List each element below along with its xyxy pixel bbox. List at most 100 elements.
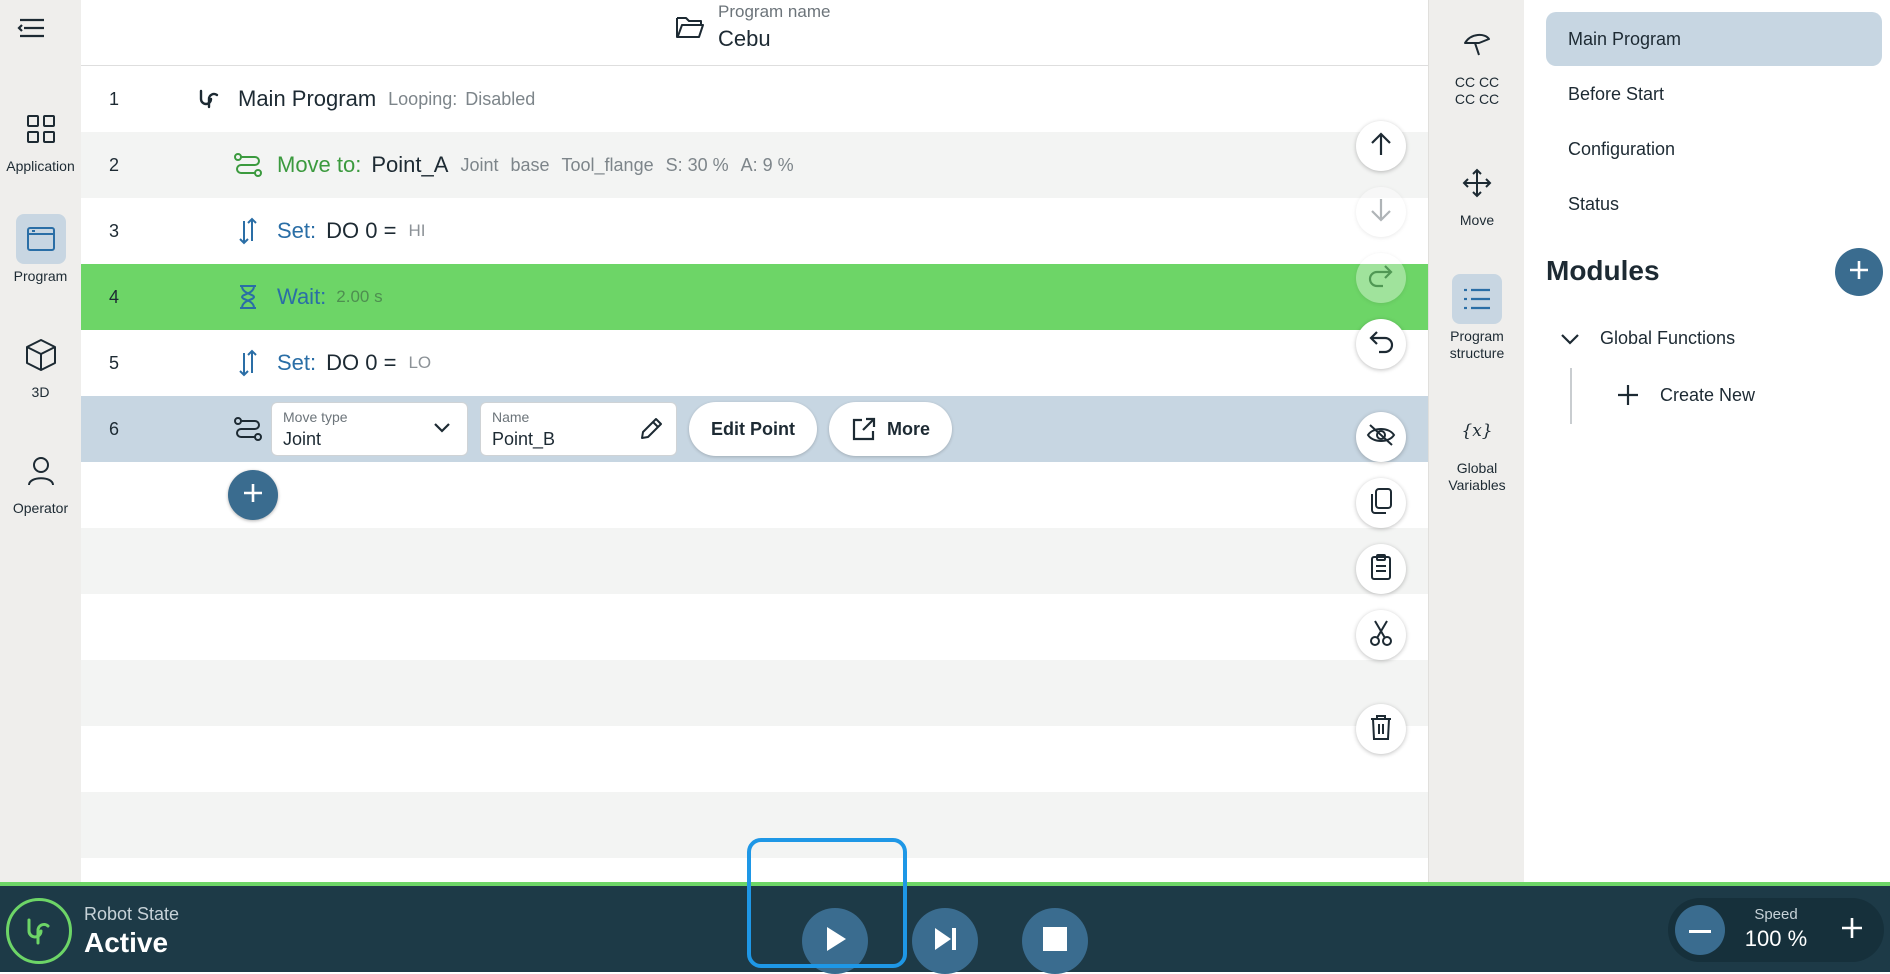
play-icon [821, 924, 849, 959]
program-name-label: Program name [718, 2, 831, 21]
rc-global-variables-item[interactable]: {x} Global Variables [1429, 406, 1525, 494]
variable-icon: {x} [1452, 406, 1502, 456]
main-program-title: Main Program [238, 86, 377, 111]
program-row-2[interactable]: 2 Move to: Point_A Joint base Tool_flang… [81, 132, 1428, 198]
structure-configuration[interactable]: Configuration [1546, 122, 1882, 176]
person-icon [16, 446, 66, 496]
footer-bar: Robot State Active Speed 100 % [0, 886, 1890, 974]
move-up-button[interactable] [1356, 121, 1406, 171]
plus-icon [242, 482, 264, 509]
structure-configuration-label: Configuration [1568, 138, 1676, 159]
copy-icon [1368, 487, 1394, 520]
play-button[interactable] [802, 908, 868, 974]
move-down-button[interactable] [1356, 187, 1406, 237]
copy-button[interactable] [1356, 478, 1406, 528]
cut-button[interactable] [1356, 610, 1406, 660]
structure-before-start[interactable]: Before Start [1546, 67, 1882, 121]
grid-icon [16, 104, 66, 154]
folder-icon[interactable] [675, 14, 705, 40]
set-io-icon [233, 348, 263, 378]
program-row-5[interactable]: 5 Set: DO 0 = LO [81, 330, 1428, 396]
program-row-1[interactable]: 1 Main Program Looping: Disabled [81, 66, 1428, 132]
nav-program[interactable]: Program [0, 214, 81, 284]
set-keyword: Set: [277, 350, 317, 375]
rc-global-variables-label-2: Variables [1448, 477, 1506, 493]
move-path-icon [233, 150, 263, 180]
stop-button[interactable] [1022, 908, 1088, 974]
step-button[interactable] [912, 908, 978, 974]
program-row-3[interactable]: 3 Set: DO 0 = HI [81, 198, 1428, 264]
delete-button[interactable] [1356, 704, 1406, 754]
rc-program-structure-item[interactable]: Program structure [1429, 274, 1525, 362]
gripper-icon [1452, 20, 1502, 70]
tree-create-new[interactable]: Create New [1616, 383, 1755, 407]
program-row-4[interactable]: 4 Wait: 2.00 s [81, 264, 1428, 330]
move-to-keyword: Move to: [277, 152, 362, 177]
rc-tool-item[interactable]: CC CC CC CC [1429, 20, 1525, 108]
tree-global-functions-label: Global Functions [1600, 328, 1736, 348]
structure-status-label: Status [1568, 193, 1620, 214]
ur-logo-icon[interactable] [6, 898, 72, 964]
trash-icon [1369, 713, 1393, 746]
redo-button[interactable] [1356, 253, 1406, 303]
scissors-icon [1368, 619, 1394, 652]
paste-button[interactable] [1356, 544, 1406, 594]
eye-off-icon [1366, 422, 1396, 453]
move-path-icon [233, 414, 263, 444]
rc-move-label: Move [1459, 212, 1495, 228]
add-module-button[interactable] [1835, 248, 1883, 296]
robot-state-label: Robot State [84, 904, 180, 924]
structure-main-program[interactable]: Main Program [1546, 12, 1882, 66]
empty-row [81, 792, 1428, 858]
suppress-button[interactable] [1356, 412, 1406, 462]
structure-main-program-label: Main Program [1568, 28, 1682, 49]
program-row-6[interactable]: 6 Move type Joint Name Point_B Edit Poin… [81, 396, 1428, 462]
move-type-select[interactable]: Move type Joint [271, 402, 468, 456]
point-name-value: Point_B [492, 429, 556, 449]
program-window-icon [15, 214, 66, 264]
row-number: 3 [109, 220, 120, 241]
nav-operator-label: Operator [12, 500, 69, 516]
clipboard-icon [1369, 553, 1393, 586]
looping-label: Looping: [388, 88, 458, 109]
external-link-icon [851, 416, 877, 442]
empty-row [81, 594, 1428, 660]
wait-duration: 2.00 s [336, 287, 383, 306]
set-keyword: Set: [277, 218, 317, 243]
undo-icon [1367, 330, 1395, 359]
empty-row [81, 462, 1428, 528]
rc-move-item[interactable]: Move [1429, 158, 1525, 229]
speed-param: S: 30 % [665, 154, 729, 175]
looping-value: Disabled [465, 88, 536, 109]
empty-row [81, 528, 1428, 594]
menu-icon[interactable] [14, 12, 48, 42]
rc-tool-label-2: CC CC [1454, 91, 1500, 107]
output-value: LO [408, 353, 432, 372]
pencil-icon[interactable] [638, 416, 664, 447]
more-label: More [887, 418, 931, 439]
output-value: HI [408, 221, 426, 240]
nav-application[interactable]: Application [0, 104, 81, 174]
nav-operator[interactable]: Operator [0, 446, 81, 516]
tcp: Tool_flange [561, 154, 654, 175]
structure-status[interactable]: Status [1546, 177, 1882, 231]
rc-tool-label-1: CC CC [1454, 74, 1500, 90]
wait-keyword: Wait: [277, 284, 327, 309]
more-button[interactable]: More [829, 402, 953, 456]
add-node-button[interactable] [228, 470, 278, 520]
plus-icon [1848, 259, 1870, 286]
nav-program-label: Program [13, 268, 68, 284]
nav-3d[interactable]: 3D [0, 330, 81, 400]
speed-increase-button[interactable] [1827, 905, 1877, 955]
waypoint-name: Point_A [371, 152, 449, 177]
tree-global-functions[interactable]: Global Functions [1560, 328, 1735, 349]
rc-program-structure-label-2: structure [1449, 345, 1505, 361]
point-name-field[interactable]: Name Point_B [480, 402, 677, 456]
program-tree: 1 Main Program Looping: Disabled 2 Move … [81, 66, 1428, 858]
nav-application-label: Application [6, 158, 75, 174]
edit-point-button[interactable]: Edit Point [689, 402, 817, 456]
left-navigation: Application Program 3D Operator [0, 0, 81, 882]
nav-3d-label: 3D [31, 384, 50, 400]
undo-button[interactable] [1356, 319, 1406, 369]
program-name[interactable]: Cebu [718, 26, 771, 52]
